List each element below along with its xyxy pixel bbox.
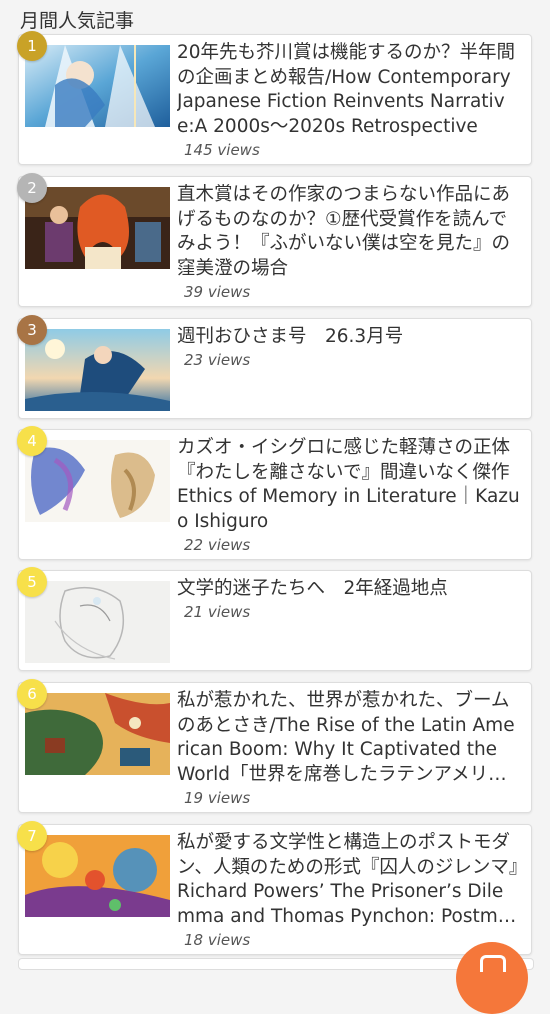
rank-badge: 6 bbox=[17, 679, 47, 709]
article-title[interactable]: 私が愛する文学性と構造上のポストモダン、人類のための形式『囚人のジレンマ』Ric… bbox=[177, 831, 521, 929]
article-card[interactable]: 2 直木賞はその作家のつまらない作品にあげるものなのか？①歴代受賞作を読んでみよ… bbox=[17, 173, 532, 307]
article-title[interactable]: 私が惹かれた、世界が惹かれた、ブームのあとさき/The Rise of the … bbox=[177, 689, 521, 787]
article-card[interactable]: 4 カズオ・イシグロに感じた軽薄さの正体『わたしを離さないで』間違いなく傑作 E… bbox=[17, 426, 532, 560]
rank-badge: 3 bbox=[17, 315, 47, 345]
view-count: 18 views bbox=[184, 931, 251, 949]
rank-badge: 7 bbox=[17, 821, 47, 851]
article-title[interactable]: 20年先も芥川賞は機能するのか？半年間の企画まとめ報告/How Contempo… bbox=[177, 41, 521, 139]
article-thumbnail[interactable] bbox=[25, 835, 170, 917]
article-thumbnail[interactable] bbox=[25, 440, 170, 522]
article-thumbnail[interactable] bbox=[25, 581, 170, 663]
rank-badge: 2 bbox=[17, 173, 47, 203]
rank-badge: 5 bbox=[17, 567, 47, 597]
rank-badge: 4 bbox=[17, 426, 47, 456]
view-count: 19 views bbox=[184, 789, 251, 807]
article-title[interactable]: 週刊おひさま号 26.3月号 bbox=[177, 325, 521, 350]
view-count: 145 views bbox=[184, 141, 260, 159]
article-card[interactable]: 6 私が惹かれた、世界が惹かれた、ブームのあとさき/The Rise of th… bbox=[17, 679, 532, 813]
article-thumbnail[interactable] bbox=[25, 329, 170, 411]
view-count: 21 views bbox=[184, 603, 251, 621]
article-card[interactable]: 3 週刊おひさま号 26.3月号 23 views bbox=[17, 315, 532, 419]
floating-action-button[interactable] bbox=[456, 942, 528, 1014]
article-thumbnail[interactable] bbox=[25, 45, 170, 127]
view-count: 22 views bbox=[184, 536, 251, 554]
article-thumbnail[interactable] bbox=[25, 187, 170, 269]
view-count: 39 views bbox=[184, 283, 251, 301]
article-title[interactable]: 直木賞はその作家のつまらない作品にあげるものなのか？①歴代受賞作を読んでみよう！… bbox=[177, 183, 521, 281]
article-title[interactable]: 文学的迷子たちへ 2年経過地点 bbox=[177, 577, 521, 602]
article-title[interactable]: カズオ・イシグロに感じた軽薄さの正体『わたしを離さないで』間違いなく傑作 Eth… bbox=[177, 436, 521, 534]
article-card[interactable]: 5 文学的迷子たちへ 2年経過地点 21 views bbox=[17, 567, 532, 671]
section-title: 月間人気記事 bbox=[20, 10, 135, 32]
article-card[interactable]: 7 私が愛する文学性と構造上のポストモダン、人類のための形式『囚人のジレンマ』R… bbox=[17, 821, 532, 955]
rank-badge: 1 bbox=[17, 31, 47, 61]
article-card[interactable]: 1 20年先も芥川賞は機能するのか？半年間の企画まとめ報告/How Contem… bbox=[17, 31, 532, 165]
article-thumbnail[interactable] bbox=[25, 693, 170, 775]
view-count: 23 views bbox=[184, 351, 251, 369]
